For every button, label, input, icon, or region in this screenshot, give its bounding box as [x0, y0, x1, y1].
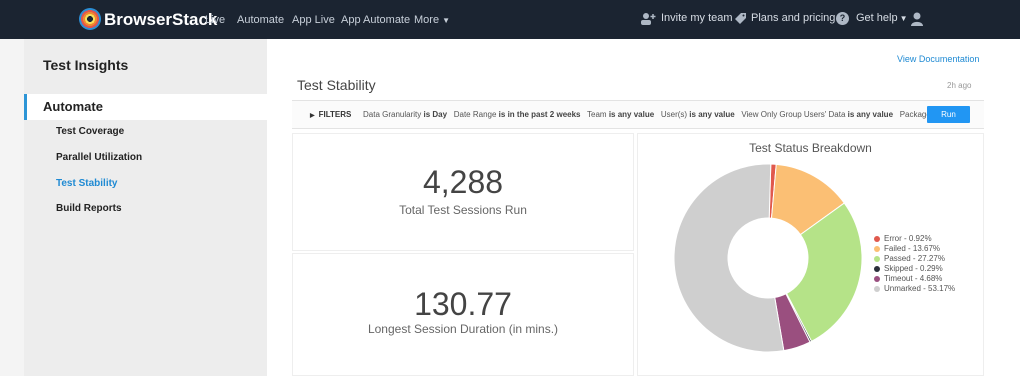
- top-navbar: BrowserStack Live Automate App Live App …: [0, 0, 1020, 39]
- legend-label: Error - 0.92%: [884, 234, 932, 243]
- main-content: View Documentation Test Stability 2h ago…: [267, 39, 1020, 376]
- kpi-label: Longest Session Duration (in mins.): [367, 322, 559, 336]
- get-help-label: Get help: [856, 12, 898, 24]
- brand-name[interactable]: BrowserStack: [104, 10, 217, 30]
- kpi-value: 130.77: [414, 286, 512, 322]
- kpi-longest-session-panel: 130.77 Longest Session Duration (in mins…: [292, 253, 634, 376]
- sidebar-item-build-reports[interactable]: Build Reports: [56, 203, 122, 214]
- test-status-breakdown-panel: Test Status Breakdown Error - 0.92% Faile…: [637, 133, 984, 376]
- plans-tag-icon[interactable]: [734, 12, 747, 25]
- filter-bar: ▶ FILTERS Data Granularity is Day Date Ra…: [292, 100, 984, 129]
- pie-slice-unmarked[interactable]: [673, 163, 785, 353]
- filter-key: View Only Group Users' Data: [741, 110, 846, 119]
- sidebar: Test Insights Automate Test Coverage Par…: [24, 39, 267, 376]
- filter-value: is any value: [847, 110, 894, 119]
- invite-team-icon[interactable]: [641, 12, 656, 25]
- sidebar-title: Test Insights: [43, 57, 129, 73]
- nav-automate[interactable]: Automate: [237, 14, 284, 26]
- sidebar-item-parallel-utilization[interactable]: Parallel Utilization: [56, 152, 142, 163]
- browserstack-logo-icon[interactable]: [79, 8, 101, 30]
- filters-label: FILTERS: [318, 110, 352, 119]
- filter-key: Team: [587, 110, 607, 119]
- filter-summary[interactable]: Data Granularity is Day Date Range is in…: [363, 110, 950, 119]
- help-chevron-down-icon: ▼: [899, 14, 908, 23]
- filter-key: Data Granularity: [363, 110, 422, 119]
- legend-dot-icon: [874, 266, 880, 272]
- filter-value: is any value: [689, 110, 735, 119]
- legend-dot-icon: [874, 236, 880, 242]
- kpi-label: Total Test Sessions Run: [399, 203, 527, 217]
- caret-right-icon: ▶: [310, 113, 315, 119]
- last-updated-time: 2h ago: [947, 81, 972, 90]
- filter-key: Date Range: [453, 110, 497, 119]
- kpi-value: 4,288: [422, 164, 504, 200]
- legend-label: Timeout - 4.68%: [884, 274, 943, 283]
- legend-label: Unmarked - 53.17%: [884, 284, 956, 293]
- nav-app-automate[interactable]: App Automate: [341, 14, 410, 26]
- run-button[interactable]: Run: [927, 106, 970, 123]
- filter-key: User(s): [660, 110, 688, 119]
- filter-value: is in the past 2 weeks: [498, 110, 581, 119]
- nav-more[interactable]: More ▼: [414, 14, 450, 26]
- help-icon[interactable]: ?: [836, 12, 849, 25]
- legend-label: Skipped - 0.29%: [884, 264, 943, 273]
- nav-more-label: More: [414, 14, 440, 26]
- get-help-link[interactable]: Get help ▼: [856, 12, 908, 24]
- kpi-total-sessions-panel: 4,288 Total Test Sessions Run: [292, 133, 634, 251]
- sidebar-item-test-coverage[interactable]: Test Coverage: [56, 126, 124, 137]
- page-title: Test Stability: [297, 77, 376, 93]
- invite-team-link[interactable]: Invite my team: [661, 12, 733, 24]
- filter-value: is any value: [608, 110, 655, 119]
- legend-dot-icon: [874, 256, 880, 262]
- legend-dot-icon: [874, 276, 880, 282]
- legend-label: Passed - 27.27%: [884, 254, 945, 263]
- nav-app-live[interactable]: App Live: [292, 14, 335, 26]
- sidebar-section-automate[interactable]: Automate: [24, 94, 267, 120]
- user-icon[interactable]: [911, 12, 923, 26]
- sidebar-item-test-stability[interactable]: Test Stability: [56, 178, 118, 189]
- legend-label: Failed - 13.67%: [884, 244, 941, 253]
- filter-value: is Day: [423, 110, 448, 119]
- filters-toggle[interactable]: ▶ FILTERS: [310, 110, 351, 119]
- sidebar-section-label: Automate: [43, 99, 103, 114]
- view-documentation-link[interactable]: View Documentation: [897, 54, 979, 64]
- chevron-down-icon: ▼: [442, 16, 450, 25]
- legend-dot-icon: [874, 286, 880, 292]
- legend-dot-icon: [874, 246, 880, 252]
- nav-live[interactable]: Live: [205, 14, 225, 26]
- plans-pricing-link[interactable]: Plans and pricing: [751, 12, 835, 24]
